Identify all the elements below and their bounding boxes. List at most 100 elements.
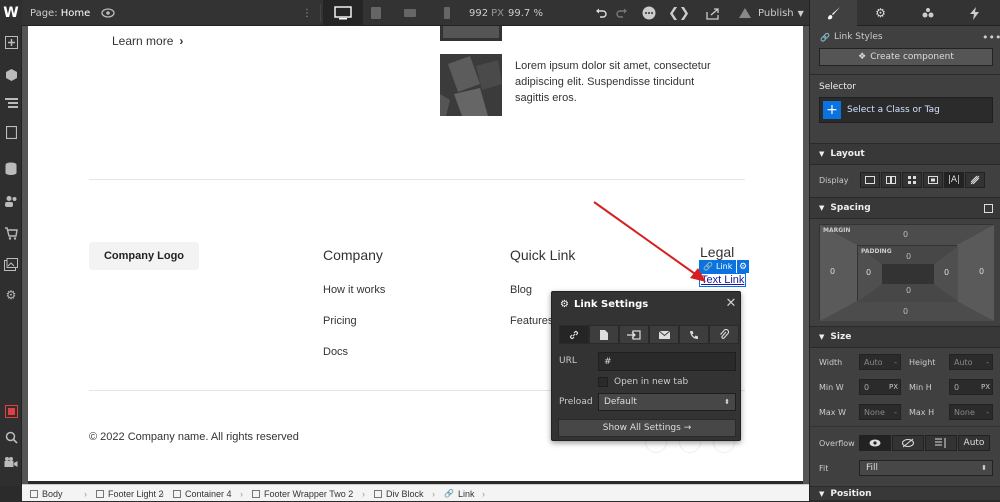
display-none-icon[interactable]: [965, 172, 985, 188]
div-icon: [374, 489, 382, 498]
size-section-header[interactable]: ▼ Size: [810, 326, 1000, 348]
search-icon[interactable]: [2, 428, 20, 446]
display-flex-icon[interactable]: [881, 172, 901, 188]
url-input[interactable]: #: [598, 352, 736, 371]
asset-tab-attachment-icon[interactable]: [709, 325, 739, 344]
element-settings-gear-icon[interactable]: ⚙: [737, 260, 749, 273]
margin-top-value[interactable]: 0: [903, 230, 908, 239]
undo-icon[interactable]: [593, 0, 609, 26]
style-brush-icon[interactable]: [810, 0, 857, 26]
display-label: Display: [819, 176, 849, 185]
footer-heading-company: Company: [323, 247, 383, 263]
settings-gear-icon[interactable]: ⚙: [2, 286, 20, 304]
page-selector[interactable]: Page: Home: [30, 0, 90, 26]
min-width-label: Min W: [819, 383, 844, 392]
record-stop-icon[interactable]: [2, 402, 20, 420]
mobile-portrait-icon[interactable]: [440, 0, 454, 26]
copyright-text: © 2022 Company name. All rights reserved: [89, 431, 299, 443]
min-width-input[interactable]: 0 PX: [859, 379, 901, 395]
footer-link[interactable]: How it works: [323, 284, 385, 296]
link-settings-dialog: ⚙ Link Settings ✕ URL # Open in new tab P…: [551, 291, 741, 441]
padding-box[interactable]: PADDING 0 0 0 0: [857, 245, 958, 302]
margin-bottom-value[interactable]: 0: [903, 307, 908, 316]
padding-top-value[interactable]: 0: [906, 252, 911, 261]
publish-button[interactable]: Publish ▼: [758, 0, 804, 26]
phone-tab-phone-icon[interactable]: [679, 325, 709, 344]
close-icon[interactable]: ✕: [724, 296, 738, 311]
webflow-logo[interactable]: W: [0, 0, 22, 26]
display-inline-icon[interactable]: |A|: [944, 172, 964, 188]
cms-database-icon[interactable]: [2, 159, 20, 177]
assets-image-icon[interactable]: [2, 255, 20, 273]
navigator-icon[interactable]: [2, 94, 20, 112]
desktop-breakpoint-icon[interactable]: [323, 0, 363, 26]
breadcrumb-link[interactable]: 🔗 Link: [444, 485, 474, 502]
learn-more-link[interactable]: Learn more ›: [112, 34, 183, 48]
breadcrumb-footer-wrapper[interactable]: Footer Wrapper Two 2: [252, 485, 353, 502]
padding-left-value[interactable]: 0: [866, 268, 871, 277]
max-height-label: Max H: [909, 408, 935, 417]
audit-icon[interactable]: [736, 0, 754, 26]
padding-bottom-value[interactable]: 0: [906, 286, 911, 295]
margin-box[interactable]: MARGIN 0 0 0 0 PADDING 0 0 0 0: [819, 224, 994, 321]
min-height-input[interactable]: 0 PX: [949, 379, 993, 395]
show-all-settings-button[interactable]: Show All Settings →: [558, 419, 736, 437]
overflow-hidden-icon[interactable]: [892, 435, 924, 451]
lightning-icon[interactable]: [951, 0, 998, 26]
symbols-cube-icon[interactable]: [2, 65, 20, 83]
users-icon[interactable]: [2, 192, 20, 210]
preload-select[interactable]: Default ⬍: [598, 393, 736, 411]
display-inline-block-icon[interactable]: [923, 172, 943, 188]
zoom-readout[interactable]: 99.7 %: [508, 0, 543, 26]
tablet-breakpoint-icon[interactable]: [366, 0, 386, 26]
url-tab-link-icon[interactable]: [559, 325, 589, 344]
company-logo-button[interactable]: Company Logo: [89, 242, 199, 270]
code-icon[interactable]: ❮❯: [668, 0, 690, 26]
footer-link[interactable]: Features: [510, 315, 553, 327]
mobile-landscape-icon[interactable]: [400, 0, 420, 26]
position-section-header[interactable]: ▼ Position: [810, 486, 1000, 501]
preview-eye-icon[interactable]: [100, 0, 116, 26]
open-new-tab-checkbox[interactable]: [598, 377, 608, 387]
max-height-input[interactable]: None -: [949, 404, 993, 420]
fit-select[interactable]: Fill ⬍: [859, 460, 993, 476]
overflow-visible-eye-icon[interactable]: [859, 435, 891, 451]
more-horizontal-icon[interactable]: [640, 0, 658, 26]
breadcrumb-div-block[interactable]: Div Block: [374, 485, 424, 502]
padding-right-value[interactable]: 0: [944, 268, 949, 277]
more-vertical-icon[interactable]: ⋮: [300, 0, 314, 26]
selector-input[interactable]: + Select a Class or Tag: [819, 97, 993, 123]
export-icon[interactable]: [704, 0, 722, 26]
footer-link[interactable]: Pricing: [323, 315, 357, 327]
height-input[interactable]: Auto -: [949, 354, 993, 370]
display-grid-icon[interactable]: [902, 172, 922, 188]
breadcrumb-body[interactable]: Body: [30, 485, 63, 502]
margin-right-value[interactable]: 0: [979, 267, 984, 276]
section-tab-section-icon[interactable]: [619, 325, 649, 344]
page-tab-page-icon[interactable]: [589, 325, 619, 344]
footer-link[interactable]: Blog: [510, 284, 532, 296]
video-tutorial-icon[interactable]: [2, 453, 20, 471]
width-input[interactable]: Auto -: [859, 354, 901, 370]
overflow-scroll-icon[interactable]: [925, 435, 957, 451]
breadcrumb-container[interactable]: Container 4: [173, 485, 232, 502]
overflow-auto-button[interactable]: Auto: [958, 435, 990, 451]
add-panel-icon[interactable]: [2, 33, 20, 51]
margin-left-value[interactable]: 0: [830, 267, 835, 276]
interactions-drops-icon[interactable]: [904, 0, 951, 26]
spacing-section-header[interactable]: ▼ Spacing: [810, 197, 1000, 219]
redo-icon[interactable]: [614, 0, 630, 26]
max-width-input[interactable]: None -: [859, 404, 901, 420]
more-options-icon[interactable]: •••: [982, 31, 1000, 44]
breadcrumb-footer[interactable]: Footer Light 2: [96, 485, 164, 502]
create-component-button[interactable]: ❖ Create component: [819, 48, 993, 66]
pages-icon[interactable]: [2, 123, 20, 141]
footer-link[interactable]: Docs: [323, 346, 348, 358]
email-tab-email-icon[interactable]: [649, 325, 679, 344]
article-thumbnail-top: [440, 26, 502, 41]
layout-section-header[interactable]: ▼ Layout: [810, 143, 1000, 165]
ecommerce-cart-icon[interactable]: [2, 224, 20, 242]
min-height-label: Min H: [909, 383, 932, 392]
display-block-icon[interactable]: [860, 172, 880, 188]
settings-gear-icon[interactable]: ⚙: [857, 0, 904, 26]
